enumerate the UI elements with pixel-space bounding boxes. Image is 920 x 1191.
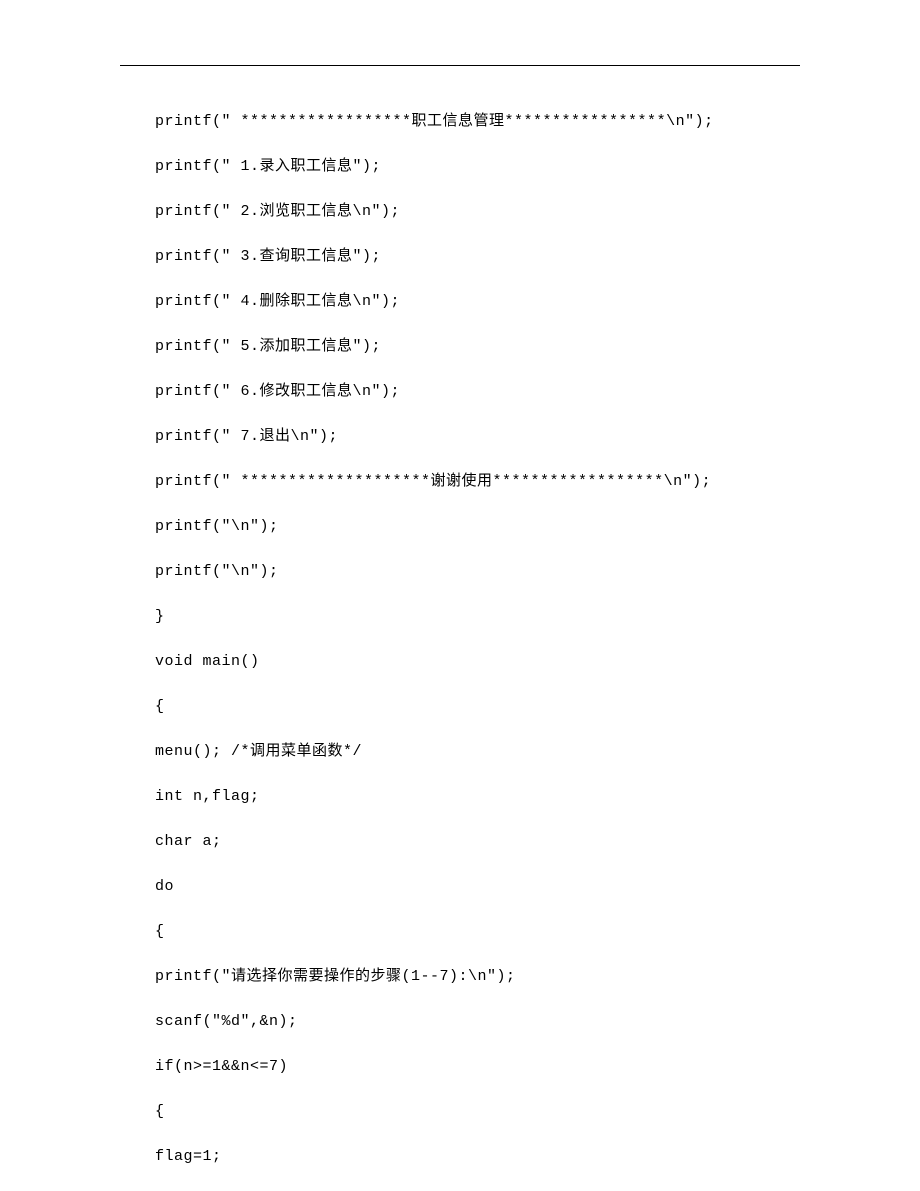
code-line: printf("请选择你需要操作的步骤(1--7):\n"); — [155, 969, 805, 984]
code-line: printf(" 7.退出\n"); — [155, 429, 805, 444]
horizontal-divider — [120, 65, 800, 66]
code-line: printf(" 5.添加职工信息"); — [155, 339, 805, 354]
code-line: } — [155, 609, 805, 624]
code-line: if(n>=1&&n<=7) — [155, 1059, 805, 1074]
code-line: do — [155, 879, 805, 894]
code-line: int n,flag; — [155, 789, 805, 804]
code-line: { — [155, 1104, 805, 1119]
code-line: printf(" 1.录入职工信息"); — [155, 159, 805, 174]
code-line: printf("\n"); — [155, 519, 805, 534]
code-line: printf(" ******************职工信息管理*******… — [155, 114, 805, 129]
code-line: printf(" 3.查询职工信息"); — [155, 249, 805, 264]
code-line: printf(" 2.浏览职工信息\n"); — [155, 204, 805, 219]
code-line: flag=1; — [155, 1149, 805, 1164]
code-line: char a; — [155, 834, 805, 849]
code-line: printf(" 4.删除职工信息\n"); — [155, 294, 805, 309]
code-line: { — [155, 924, 805, 939]
code-block: printf(" ******************职工信息管理*******… — [115, 114, 805, 1164]
document-page: printf(" ******************职工信息管理*******… — [0, 0, 920, 1164]
code-line: menu(); /*调用菜单函数*/ — [155, 744, 805, 759]
code-line: printf("\n"); — [155, 564, 805, 579]
code-line: { — [155, 699, 805, 714]
code-line: scanf("%d",&n); — [155, 1014, 805, 1029]
code-line: printf(" 6.修改职工信息\n"); — [155, 384, 805, 399]
code-line: printf(" ********************谢谢使用*******… — [155, 474, 805, 489]
code-line: void main() — [155, 654, 805, 669]
